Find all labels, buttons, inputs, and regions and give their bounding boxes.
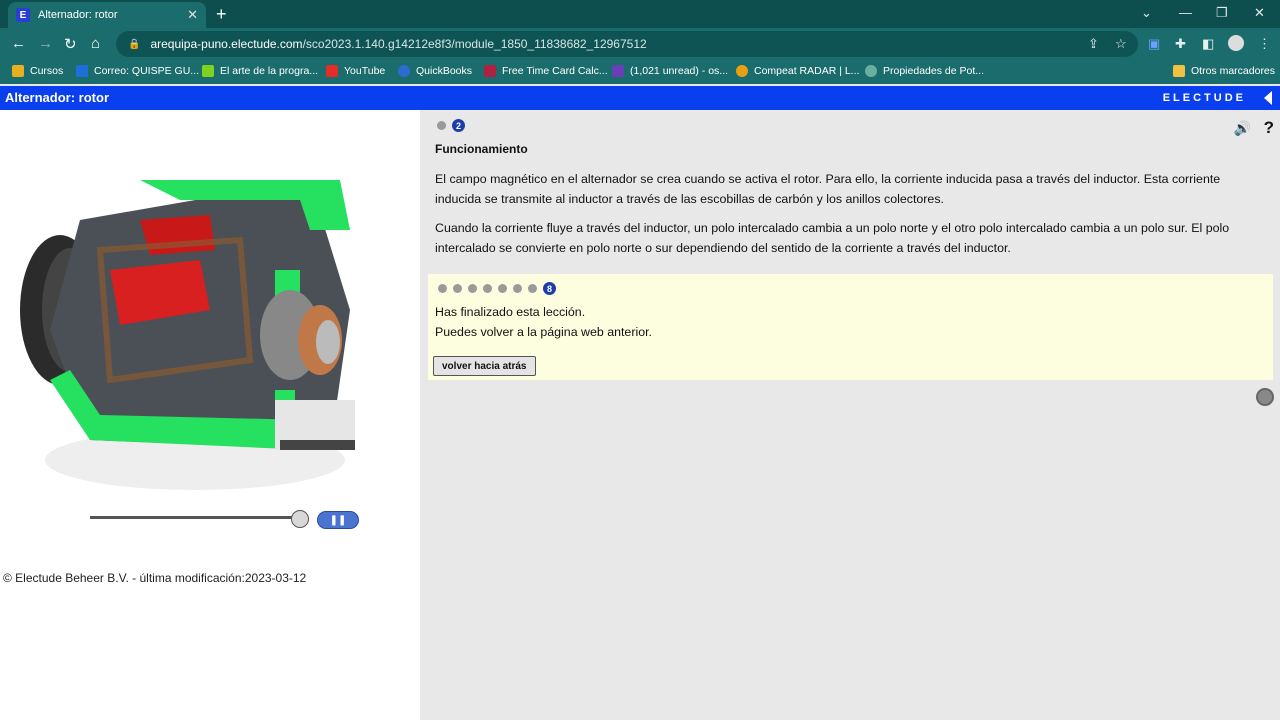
reload-icon[interactable]: ↻	[64, 35, 77, 53]
browser-tab[interactable]: E Alternador: rotor ✕	[8, 2, 206, 28]
chat-icon[interactable]	[1256, 388, 1274, 406]
tab-title: Alternador: rotor	[38, 9, 118, 21]
copyright-text: © Electude Beheer B.V. - última modifica…	[3, 571, 307, 585]
completion-message: Has finalizado esta lección.	[435, 305, 586, 319]
step-dot[interactable]	[468, 284, 477, 293]
quickbooks-icon	[398, 65, 410, 77]
step-dot[interactable]	[453, 284, 462, 293]
animation-pane: ❚❚ © Electude Beheer B.V. - última modif…	[0, 110, 420, 720]
bookmark-item[interactable]: Propiedades de Pot...	[865, 65, 984, 77]
step-dot[interactable]	[438, 284, 447, 293]
translate-icon[interactable]: ▣	[1148, 36, 1160, 52]
paragraph: El campo magnético en el alternador se c…	[435, 172, 1221, 206]
play-pause-button[interactable]: ❚❚	[317, 511, 359, 529]
help-icon[interactable]: ?	[1264, 118, 1274, 138]
url-host: arequipa-puno.electude.com	[150, 37, 303, 51]
lock-icon: 🔒	[128, 38, 141, 50]
return-message: Puedes volver a la página web anterior.	[435, 325, 652, 339]
bookmark-item[interactable]: Compeat RADAR | L...	[736, 65, 859, 77]
profile-avatar-icon[interactable]	[1228, 35, 1244, 51]
step-indicator: 2	[437, 119, 471, 132]
extensions-icon[interactable]: ✚	[1175, 36, 1186, 52]
step-dot-current[interactable]: 2	[452, 119, 465, 132]
outlook-icon	[76, 65, 88, 77]
step-dot-current[interactable]: 8	[543, 282, 556, 295]
bookmark-item[interactable]: YouTube	[326, 65, 385, 77]
lesson-complete-panel: 8 Has finalizado esta lección. Puedes vo…	[428, 274, 1273, 380]
back-icon[interactable]: ←	[11, 35, 26, 52]
bookmark-icon	[736, 65, 748, 77]
bookmark-icon	[865, 65, 877, 77]
animation-slider-track[interactable]	[90, 516, 300, 519]
lesson-pane: 2 🔊 ? Funcionamiento El campo magnético …	[420, 110, 1280, 720]
step-indicator: 8	[438, 282, 562, 295]
bookmark-star-icon[interactable]: ☆	[1115, 36, 1127, 52]
section-title: Funcionamiento	[435, 142, 528, 156]
other-bookmarks[interactable]: Otros marcadores	[1173, 65, 1275, 77]
home-icon[interactable]: ⌂	[91, 35, 100, 52]
share-icon[interactable]: ⇪	[1088, 36, 1099, 52]
bookmark-item[interactable]: (1,021 unread) - os...	[612, 65, 728, 77]
minimize-icon[interactable]: —	[1179, 5, 1192, 20]
electude-favicon-icon: E	[16, 8, 30, 22]
youtube-icon	[326, 65, 338, 77]
restore-icon[interactable]: ❐	[1216, 5, 1228, 21]
page-title: Alternador: rotor	[5, 90, 109, 105]
bookmark-item[interactable]: Correo: QUISPE GU...	[76, 65, 199, 77]
collapse-arrow-icon[interactable]	[1264, 91, 1272, 105]
browser-tab-bar: E Alternador: rotor ✕ + ⌄ — ❐ ✕	[0, 0, 1280, 28]
forward-icon[interactable]: →	[38, 35, 53, 52]
step-dot[interactable]	[528, 284, 537, 293]
bookmark-item[interactable]: Free Time Card Calc...	[484, 65, 608, 77]
animation-slider-handle[interactable]	[291, 510, 309, 528]
new-tab-icon[interactable]: +	[216, 4, 227, 25]
bookmark-icon	[12, 65, 24, 77]
tab-search-icon[interactable]: ⌄	[1141, 5, 1152, 21]
bookmark-item[interactable]: Cursos	[12, 65, 63, 77]
speaker-icon[interactable]: 🔊	[1234, 120, 1251, 137]
step-dot[interactable]	[437, 121, 446, 130]
bookmark-icon	[202, 65, 214, 77]
bookmark-item[interactable]: QuickBooks	[398, 65, 472, 77]
step-dot[interactable]	[513, 284, 522, 293]
mail-icon	[612, 65, 624, 77]
bookmark-item[interactable]: El arte de la progra...	[202, 65, 318, 77]
folder-icon	[1173, 65, 1185, 77]
close-tab-icon[interactable]: ✕	[187, 7, 198, 23]
close-window-icon[interactable]: ✕	[1254, 5, 1265, 21]
bookmark-icon	[484, 65, 496, 77]
url-path: /sco2023.1.140.g14212e8f3/module_1850_11…	[302, 37, 647, 51]
pause-icon: ❚❚	[329, 514, 347, 526]
side-panel-icon[interactable]: ◧	[1202, 36, 1214, 52]
paragraph: Cuando la corriente fluye a través del i…	[435, 221, 1230, 255]
step-dot[interactable]	[483, 284, 492, 293]
electude-logo: ELECTUDE	[1162, 92, 1246, 104]
step-dot[interactable]	[498, 284, 507, 293]
bookmarks-bar: Cursos Correo: QUISPE GU... El arte de l…	[0, 60, 1280, 84]
alternator-rotor-illustration	[20, 180, 355, 490]
app-header: Alternador: rotor ELECTUDE	[0, 86, 1280, 110]
go-back-button[interactable]: volver hacia atrás	[433, 356, 536, 376]
menu-icon[interactable]: ⋮	[1258, 36, 1271, 52]
address-bar[interactable]: 🔒 arequipa-puno.electude.com /sco2023.1.…	[116, 31, 1138, 57]
